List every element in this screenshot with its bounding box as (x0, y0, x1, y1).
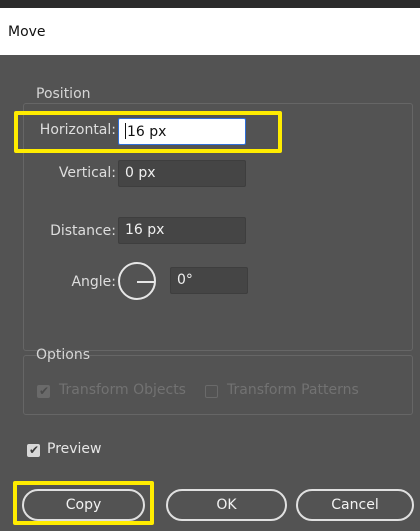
options-group-title: Options (36, 347, 91, 363)
transform-patterns-checkbox[interactable] (205, 385, 218, 398)
text-caret (125, 123, 126, 139)
transform-objects-label: Transform Objects (59, 382, 186, 398)
distance-label: Distance: (50, 223, 116, 239)
horizontal-label: Horizontal: (39, 122, 116, 138)
ok-button[interactable]: OK (166, 489, 287, 521)
check-icon: ✔ (29, 443, 40, 457)
cancel-button[interactable]: Cancel (296, 489, 414, 521)
angle-dial-icon[interactable] (118, 262, 156, 300)
preview-label: Preview (47, 441, 102, 457)
vertical-label: Vertical: (58, 165, 116, 181)
position-group-title: Position (36, 86, 91, 102)
move-dialog: Position Horizontal: 16 px Vertical: 0 p… (0, 55, 420, 531)
transform-objects-checkbox[interactable]: ✔ (37, 384, 50, 398)
check-icon: ✔ (39, 384, 50, 398)
horizontal-input[interactable]: 16 px (118, 118, 246, 145)
horizontal-value: 16 px (127, 124, 167, 140)
angle-needle (137, 281, 154, 283)
angle-label: Angle: (71, 274, 116, 290)
copy-button[interactable]: Copy (22, 489, 145, 521)
preview-checkbox[interactable]: ✔ (27, 443, 40, 457)
vertical-input[interactable]: 0 px (118, 160, 246, 187)
angle-input[interactable]: 0° (170, 267, 248, 294)
transform-patterns-label: Transform Patterns (227, 382, 359, 398)
window-title: Move (0, 8, 420, 55)
distance-input[interactable]: 16 px (118, 217, 246, 244)
top-edge (0, 0, 420, 8)
